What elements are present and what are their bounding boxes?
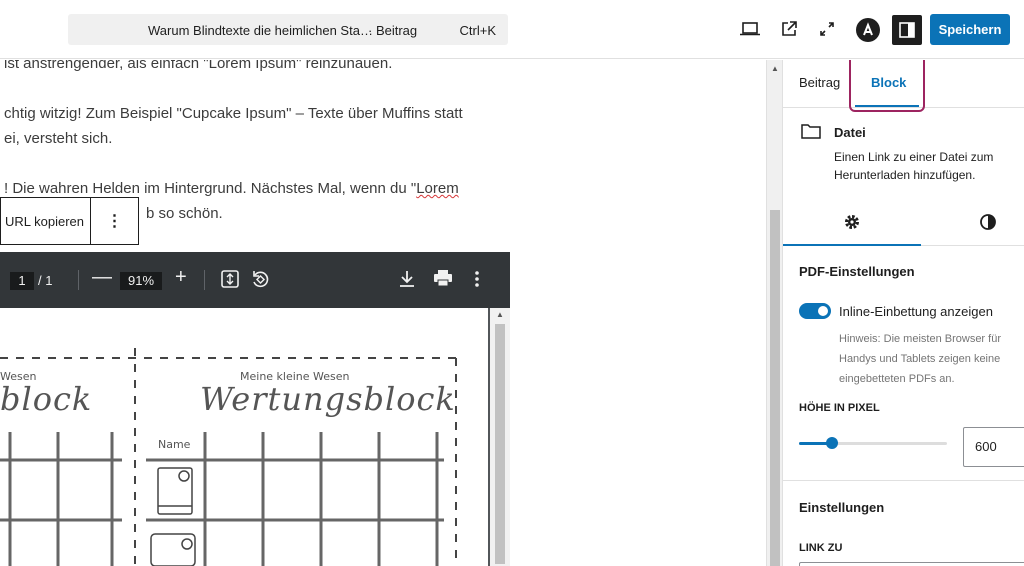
block-toolbar: URL kopieren ⋮ bbox=[0, 197, 139, 245]
inline-embed-toggle[interactable] bbox=[799, 303, 831, 319]
shortcut-hint: Ctrl+K bbox=[459, 23, 496, 38]
pdf-toolbar: 1 / 1 — 91% + bbox=[0, 252, 510, 308]
settings-sidebar: Beitrag Block Datei Einen Link zu einer … bbox=[782, 60, 1024, 566]
scrollbar-thumb[interactable] bbox=[495, 324, 505, 564]
print-icon[interactable] bbox=[433, 269, 453, 290]
styles-contrast-icon[interactable] bbox=[979, 213, 997, 236]
block-inspector-tabs bbox=[783, 200, 1024, 246]
desktop-view-icon[interactable] bbox=[736, 15, 764, 43]
site-logo-icon[interactable] bbox=[856, 18, 880, 42]
link-to-select[interactable] bbox=[799, 562, 1024, 566]
block-description: Einen Link zu einer Datei zum Herunterla… bbox=[834, 150, 994, 182]
active-subtab-indicator bbox=[783, 244, 921, 246]
document-title: Warum Blindtexte die heimlichen Sta… bbox=[148, 23, 373, 38]
pdf-settings-title[interactable]: PDF-Einstellungen bbox=[799, 264, 915, 279]
editor-header: Warum Blindtexte die heimlichen Sta… · B… bbox=[0, 0, 1024, 59]
scroll-up-icon[interactable]: ▲ bbox=[496, 310, 504, 319]
settings-gear-icon[interactable] bbox=[843, 213, 861, 236]
panel-divider bbox=[783, 480, 1024, 481]
score-sheet-graphic bbox=[0, 348, 457, 566]
external-link-icon[interactable] bbox=[775, 15, 803, 43]
name-label: Name bbox=[158, 438, 191, 451]
scrollbar-thumb[interactable] bbox=[770, 210, 780, 566]
fullscreen-icon[interactable] bbox=[813, 15, 841, 43]
paragraph-block[interactable]: chtig witzig! Zum Beispiel "Cupcake Ipsu… bbox=[4, 101, 463, 151]
zoom-input[interactable]: 91% bbox=[120, 272, 162, 290]
canvas-scrollbar[interactable]: ▲ bbox=[766, 60, 782, 566]
paragraph-text: chtig witzig! Zum Beispiel "Cupcake Ipsu… bbox=[4, 105, 463, 122]
editor-canvas: ist anstrengender, als einfach "Lorem Ip… bbox=[0, 60, 766, 566]
sidebar-tabs: Beitrag Block bbox=[783, 60, 1024, 112]
copy-url-button[interactable]: URL kopieren bbox=[1, 198, 91, 244]
document-type: · Beitrag bbox=[368, 23, 418, 38]
fit-page-icon[interactable] bbox=[220, 269, 240, 292]
inline-embed-help: Hinweis: Die meisten Browser für Handys … bbox=[839, 333, 1001, 385]
more-options-button[interactable]: ⋮ bbox=[91, 198, 138, 244]
zoom-in-button[interactable]: + bbox=[175, 266, 187, 289]
block-name: Datei bbox=[834, 125, 866, 140]
right-title: Wertungsblock bbox=[200, 380, 456, 418]
toggle-knob bbox=[818, 306, 828, 316]
height-input[interactable]: 600 bbox=[963, 427, 1024, 467]
more-vertical-icon[interactable] bbox=[470, 269, 484, 292]
folder-icon bbox=[801, 123, 821, 144]
toolbar-divider bbox=[78, 270, 79, 290]
link-to-label: Link zu bbox=[799, 542, 843, 554]
height-slider[interactable] bbox=[799, 442, 947, 445]
toolbar-divider bbox=[204, 270, 205, 290]
pdf-embed[interactable]: 1 / 1 — 91% + Wesen block Meine kleine W… bbox=[0, 252, 510, 566]
pdf-page: Wesen block Meine kleine Wesen Wertungsb… bbox=[0, 308, 488, 566]
page-total: / 1 bbox=[38, 273, 53, 288]
paragraph-block[interactable]: ist anstrengender, als einfach "Lorem Ip… bbox=[4, 60, 392, 76]
paragraph-text: ei, versteht sich. bbox=[4, 130, 113, 147]
save-button[interactable]: Speichern bbox=[930, 14, 1010, 45]
spellcheck-word: Lorem bbox=[416, 180, 459, 197]
rotate-icon[interactable] bbox=[250, 269, 270, 292]
height-slider-thumb[interactable] bbox=[825, 437, 838, 449]
paragraph-text: ist anstrengender, als einfach "Lorem Ip… bbox=[4, 60, 393, 72]
zoom-out-button[interactable]: — bbox=[92, 266, 112, 289]
command-palette-bar[interactable]: Warum Blindtexte die heimlichen Sta… · B… bbox=[68, 14, 508, 45]
tab-highlight-outline bbox=[849, 60, 925, 112]
download-icon[interactable] bbox=[398, 269, 416, 292]
settings-panel-title[interactable]: Einstellungen bbox=[799, 500, 884, 515]
settings-sidebar-icon[interactable] bbox=[892, 15, 922, 45]
scroll-up-icon[interactable]: ▲ bbox=[771, 64, 779, 73]
inline-embed-label: Inline-Einbettung anzeigen bbox=[839, 304, 993, 319]
tab-post[interactable]: Beitrag bbox=[799, 75, 840, 90]
paragraph-text: ! Die wahren Helden im Hintergrund. Näch… bbox=[4, 180, 417, 197]
pdf-scrollbar[interactable]: ▲ bbox=[490, 308, 510, 566]
page-number-input[interactable]: 1 bbox=[10, 272, 34, 290]
height-label: Höhe in Pixel bbox=[799, 402, 880, 414]
left-title: block bbox=[0, 380, 93, 418]
